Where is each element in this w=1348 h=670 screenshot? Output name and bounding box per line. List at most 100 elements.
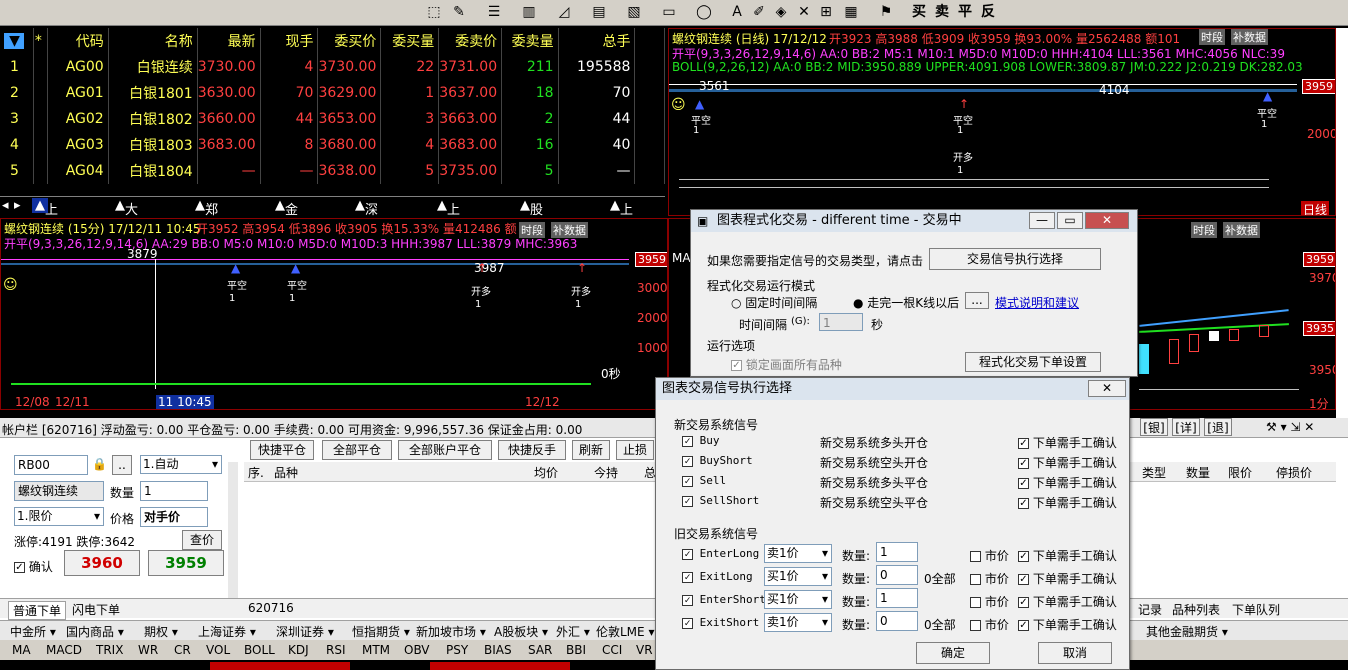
edit-icon[interactable]: ✐ — [750, 3, 768, 22]
col-ask[interactable]: 委卖价 — [438, 28, 503, 54]
market-group-tab[interactable]: 外汇 ▾ — [556, 623, 590, 640]
indicator-tab[interactable]: OBV — [404, 643, 430, 657]
market-group-tab[interactable]: 伦敦LME ▾ — [596, 623, 654, 640]
price-type-select[interactable]: 买1价 — [764, 567, 832, 586]
price-type-select[interactable]: 卖1价 — [764, 613, 832, 632]
minimize-button[interactable]: — — [1029, 212, 1055, 229]
manual-confirm-checkbox[interactable]: ✓ 下单需手工确认 — [1018, 593, 1117, 610]
close-button[interactable]: ✕ — [1088, 380, 1126, 397]
ok-button[interactable]: 确定 — [916, 642, 990, 664]
signal-qty-input[interactable]: 1 — [876, 588, 918, 608]
symbol-input[interactable]: RB00 — [14, 455, 88, 475]
indicator-tab[interactable]: RSI — [326, 643, 346, 657]
signal-qty-input[interactable]: 1 — [876, 542, 918, 562]
tab-sh-index[interactable]: ▲上海指数 — [437, 198, 460, 275]
indicator-tab[interactable]: VOL — [206, 643, 230, 657]
price-type-select[interactable]: 卖1价 — [764, 544, 832, 563]
daily-chart-panel[interactable]: 螺纹钢连续 (日线) 17/12/12 开3923 高3988 低3909 收3… — [668, 28, 1336, 216]
indicator-tab[interactable]: PSY — [446, 643, 468, 657]
price-type-select[interactable]: 买1价 — [764, 590, 832, 609]
after-bar-radio[interactable]: ● 走完一根K线以后 — [853, 294, 959, 311]
tab-shiduan[interactable]: 时段 — [1191, 222, 1217, 238]
pointer-icon[interactable]: ⬚ — [425, 3, 443, 22]
tab-normal-order[interactable]: 普通下单 — [8, 601, 67, 620]
symbol-browse-button[interactable]: .. — [112, 455, 132, 475]
quote-row[interactable]: 5 AG04 白银1804— —3638.00 5 3735.00 5— — [0, 158, 665, 184]
exit-button[interactable]: [退] — [1204, 418, 1232, 436]
tab-buchang[interactable]: 补数据 — [551, 222, 588, 238]
signal-qty-input[interactable]: 0 — [876, 611, 918, 631]
market-group-tab[interactable]: A股板块 ▾ — [494, 623, 548, 640]
text-icon[interactable]: A — [728, 3, 746, 22]
delete-icon[interactable]: ✕ — [795, 3, 813, 22]
market-checkbox[interactable]: 市价 — [970, 616, 1009, 633]
indicator-tab[interactable]: MTM — [362, 643, 390, 657]
close-all-accounts-button[interactable]: 全部账户平仓 — [398, 440, 492, 460]
order-scrollbar[interactable] — [228, 462, 238, 598]
market-group-tab[interactable]: 其他金融期货 ▾ — [1146, 623, 1228, 640]
tab-flash-order[interactable]: 闪电下单 — [72, 601, 120, 618]
signal-checkbox[interactable]: ✓ Buy — [682, 434, 720, 447]
tab-shiduan[interactable]: 时段 — [1199, 29, 1225, 45]
indicator-tab[interactable]: MACD — [46, 643, 82, 657]
zoom-icon[interactable]: ⊞ — [817, 3, 835, 22]
manual-confirm-checkbox[interactable]: ✓ 下单需手工确认 — [1018, 616, 1117, 633]
close-button[interactable]: ✕ — [1085, 212, 1129, 229]
manual-confirm-checkbox[interactable]: ✓ 下单需手工确认 — [1018, 547, 1117, 564]
tab-czce[interactable]: ▲郑州期货 — [195, 198, 218, 275]
col-name[interactable]: 名称 — [108, 28, 198, 54]
tab-option-t[interactable]: ▲股期T报价 — [520, 198, 543, 290]
market-group-tab[interactable]: 恒指期货 ▾ — [352, 623, 410, 640]
tab-buchang[interactable]: 补数据 — [1231, 29, 1268, 45]
col-bid[interactable]: 委买价 — [317, 28, 382, 54]
tab-records[interactable]: 记录 — [1138, 601, 1162, 618]
manual-confirm-checkbox[interactable]: ✓ 下单需手工确认 — [1018, 474, 1117, 491]
tab-buchang[interactable]: 补数据 — [1223, 222, 1260, 238]
quantity-input[interactable]: 1 — [140, 481, 208, 501]
tab-product-list[interactable]: 品种列表 — [1172, 601, 1220, 618]
market-group-tab[interactable]: 上海证券 ▾ — [198, 623, 256, 640]
fib-ret-icon[interactable]: ▤ — [590, 3, 608, 22]
market-checkbox[interactable]: 市价 — [970, 593, 1009, 610]
manual-confirm-checkbox[interactable]: ✓ 下单需手工确认 — [1018, 454, 1117, 471]
col-askvol[interactable]: 委卖量 — [501, 28, 559, 54]
fib-fan-icon[interactable]: ◿ — [555, 3, 573, 22]
line-tool-icon[interactable]: ✎ — [450, 3, 468, 22]
lock-icon[interactable]: 🔒 — [92, 457, 107, 471]
market-group-tab[interactable]: 国内商品 ▾ — [66, 623, 124, 640]
quote-row[interactable]: 3 AG02 白银1802 3660.00 44 3653.00 3 3663.00 2 44 — [0, 106, 665, 132]
col-bidvol[interactable]: 委买量 — [380, 28, 440, 54]
ellipse-icon[interactable]: ◯ — [695, 3, 713, 22]
mode-select[interactable]: 1.自动 — [140, 455, 222, 474]
indicator-tab[interactable]: TRIX — [96, 643, 123, 657]
indicator-tab[interactable]: VR — [636, 643, 653, 657]
lock-all-checkbox[interactable]: ✓ 锁定画面所有品种 — [731, 356, 842, 373]
indicator-tab[interactable]: BIAS — [484, 643, 512, 657]
detail-button[interactable]: [详] — [1172, 418, 1200, 436]
sell-price-button[interactable]: 3959 — [148, 550, 224, 576]
tab-shfe[interactable]: ▲上海期货 — [32, 198, 58, 275]
quick-close-button[interactable]: 快捷平仓 — [250, 440, 314, 460]
market-group-tab[interactable]: 期权 ▾ — [144, 623, 178, 640]
fixed-interval-radio[interactable]: ○ 固定时间间隔 — [731, 294, 817, 311]
market-group-tab[interactable]: 新加坡市场 ▾ — [416, 623, 486, 640]
tab-order-queue[interactable]: 下单队列 — [1232, 601, 1280, 618]
market-checkbox[interactable]: 市价 — [970, 570, 1009, 587]
col-cur[interactable]: 现手 — [260, 28, 319, 54]
maximize-button[interactable]: ▭ — [1057, 212, 1083, 229]
stoploss-button[interactable]: 止损 — [616, 440, 654, 460]
flag-icon[interactable]: ⚑ — [877, 3, 895, 22]
manual-confirm-checkbox[interactable]: ✓ 下单需手工确认 — [1018, 494, 1117, 511]
quote-row[interactable]: 1 AG00 白银连续 3730.00 4 3730.00 22 3731.00 211 1955… — [0, 54, 665, 80]
order-type-select[interactable]: 1.限价 — [14, 507, 104, 526]
channel-icon[interactable]: ▧ — [625, 3, 643, 22]
sort-icon[interactable]: ▼ — [0, 28, 34, 54]
quick-reverse-button[interactable]: 快捷反手 — [498, 440, 566, 460]
indicator-tab[interactable]: SAR — [528, 643, 552, 657]
indicator-tab[interactable]: BOLL — [244, 643, 275, 657]
grid-icon[interactable]: ▦ — [842, 3, 860, 22]
manual-confirm-checkbox[interactable]: ✓ 下单需手工确认 — [1018, 434, 1117, 451]
indicator-tab[interactable]: CCI — [602, 643, 622, 657]
sell-button[interactable]: 卖 — [933, 3, 951, 22]
signal-checkbox[interactable]: ✓ SellShort — [682, 494, 759, 507]
